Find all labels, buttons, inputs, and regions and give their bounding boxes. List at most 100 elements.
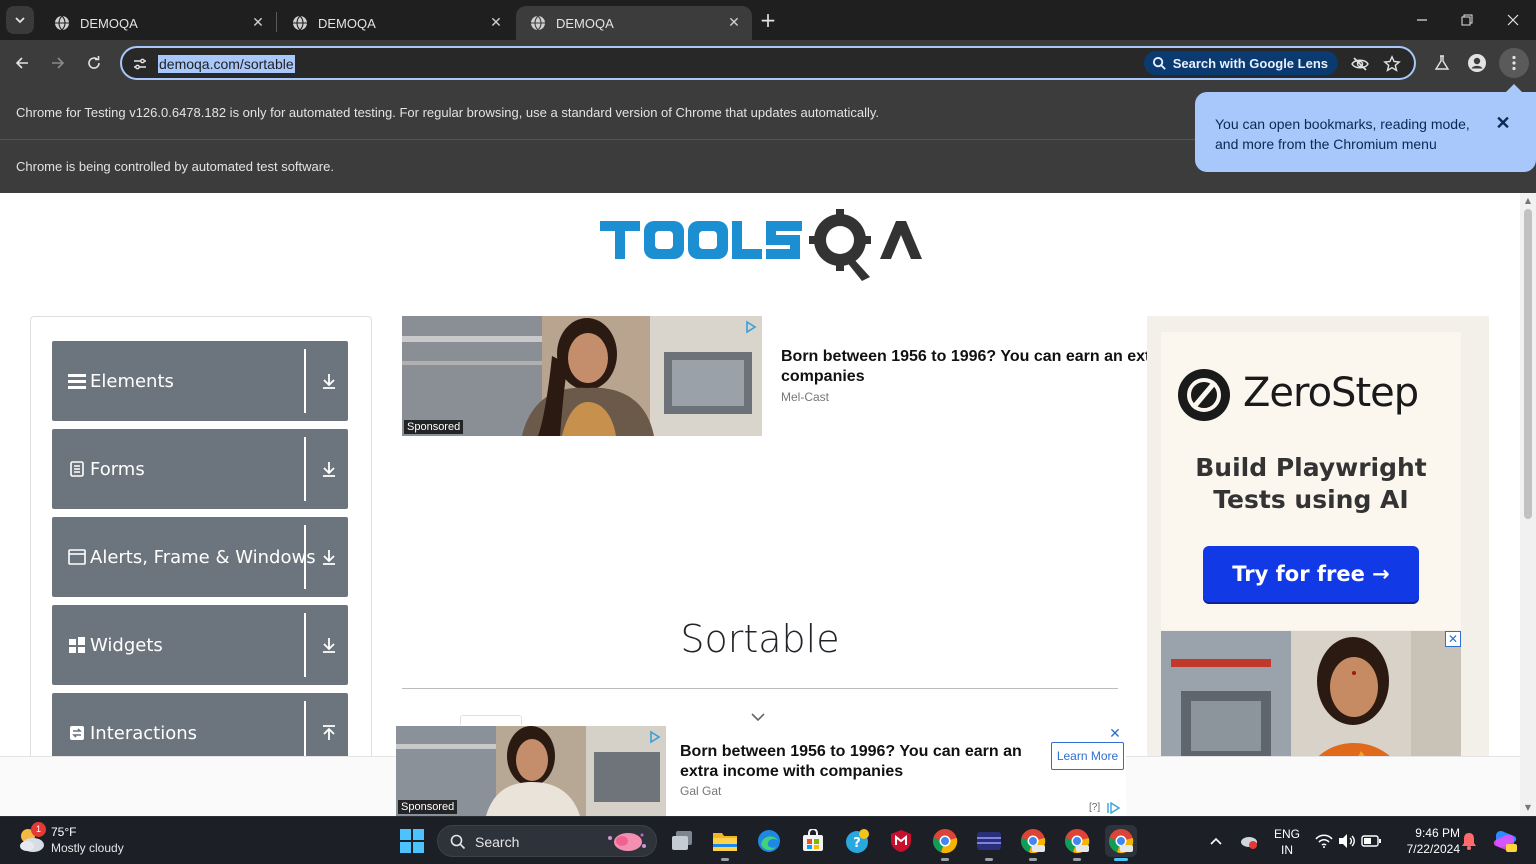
download-arrow-icon[interactable] xyxy=(320,372,338,390)
download-arrow-icon[interactable] xyxy=(320,460,338,478)
volume-icon[interactable] xyxy=(1337,831,1357,851)
battery-icon[interactable] xyxy=(1361,831,1381,851)
terminal-app-icon[interactable] xyxy=(973,825,1005,861)
edge-icon[interactable] xyxy=(753,825,785,857)
site-settings-icon[interactable] xyxy=(132,56,148,72)
adchoices-icon[interactable] xyxy=(1107,802,1121,814)
address-bar[interactable]: demoqa.com/sortable Search with Google L… xyxy=(120,46,1416,80)
group-forms[interactable]: Forms xyxy=(52,429,348,509)
menu-icon xyxy=(68,372,86,390)
more-vert-icon xyxy=(1512,55,1516,71)
anchor-ad-image[interactable]: Sponsored xyxy=(396,726,666,816)
windows-taskbar: 1 75°F Mostly cloudy Search ? ENG IN 9:4… xyxy=(0,816,1536,864)
close-icon[interactable]: ✕ xyxy=(1494,113,1512,133)
interactions-icon xyxy=(68,724,86,742)
group-label: Interactions xyxy=(90,722,198,744)
top-ad-headline[interactable]: Born between 1956 to 1996? You can earn … xyxy=(781,347,1147,387)
top-ad-image[interactable]: Sponsored xyxy=(402,316,762,436)
menu-promo-text: You can open bookmarks, reading mode, an… xyxy=(1215,116,1470,152)
close-icon[interactable]: ✕ xyxy=(1445,631,1461,647)
minimize-button[interactable] xyxy=(1412,10,1432,30)
mcafee-icon[interactable] xyxy=(885,825,917,857)
scroll-down-icon[interactable]: ▼ xyxy=(1524,804,1532,812)
anchor-ad-source: Gal Gat xyxy=(680,784,722,798)
copilot-icon[interactable] xyxy=(1492,828,1518,854)
microsoft-store-icon[interactable] xyxy=(797,825,829,857)
notification-bell-icon[interactable] xyxy=(1459,831,1479,851)
scroll-up-icon[interactable]: ▲ xyxy=(1524,197,1532,205)
group-divider xyxy=(304,525,306,589)
reload-button[interactable] xyxy=(83,52,105,74)
tab-close-icon[interactable]: ✕ xyxy=(250,15,266,31)
running-indicator xyxy=(1029,858,1037,861)
tracking-protection-button[interactable] xyxy=(1350,54,1370,74)
adchoices-icon[interactable] xyxy=(648,730,662,744)
back-button[interactable] xyxy=(11,52,33,74)
close-icon[interactable]: ✕ xyxy=(1108,727,1122,741)
try-for-free-button[interactable]: Try for free → xyxy=(1203,546,1419,602)
chrome-for-testing-icon[interactable] xyxy=(1017,825,1049,861)
page-viewport: Elements Forms Alerts, Frame & Windows W… xyxy=(0,193,1536,816)
bookmark-button[interactable] xyxy=(1382,54,1402,74)
download-arrow-icon[interactable] xyxy=(320,636,338,654)
chrome-for-testing-icon[interactable] xyxy=(1061,825,1093,861)
close-window-button[interactable] xyxy=(1503,10,1523,30)
group-widgets[interactable]: Widgets xyxy=(52,605,348,685)
labs-button[interactable] xyxy=(1431,52,1453,74)
wifi-icon[interactable] xyxy=(1314,831,1334,851)
anchor-ad-headline[interactable]: Born between 1956 to 1996? You can earn … xyxy=(680,742,1030,782)
help-app-icon[interactable]: ? xyxy=(841,825,873,857)
browser-tab-2[interactable]: DEMOQA ✕ xyxy=(278,6,514,40)
weather-temperature[interactable]: 75°F xyxy=(51,825,76,839)
widgets-icon xyxy=(68,636,86,654)
top-ad-headline-line1: Born between 1956 to 1996? You can earn … xyxy=(781,348,1147,365)
menu-promo-bubble: You can open bookmarks, reading mode, an… xyxy=(1195,84,1536,172)
toolsqa-logo[interactable] xyxy=(600,207,924,283)
running-indicator xyxy=(721,858,729,861)
tab-close-icon[interactable]: ✕ xyxy=(488,15,504,31)
group-alerts-frame-windows[interactable]: Alerts, Frame & Windows xyxy=(52,517,348,597)
windows-start-icon[interactable] xyxy=(400,829,424,853)
system-clock[interactable]: 9:46 PM 7/22/2024 xyxy=(1390,825,1460,857)
anchor-ad[interactable]: Sponsored Born between 1956 to 1996? You… xyxy=(396,726,1126,816)
scrollbar-thumb[interactable] xyxy=(1524,209,1532,519)
group-elements[interactable]: Elements xyxy=(52,341,348,421)
google-lens-button[interactable]: Search with Google Lens xyxy=(1143,51,1338,75)
chevron-down-icon xyxy=(15,17,25,24)
url-text[interactable]: demoqa.com/sortable xyxy=(158,55,295,73)
restore-button[interactable] xyxy=(1457,10,1477,30)
task-view-icon[interactable] xyxy=(666,825,698,857)
taskbar-search[interactable]: Search xyxy=(437,825,657,857)
language-indicator[interactable]: ENG IN xyxy=(1272,826,1302,858)
tab-search-button[interactable] xyxy=(6,6,34,34)
language-code: ENG xyxy=(1273,827,1300,841)
forward-button[interactable] xyxy=(47,52,69,74)
weather-badge: 1 xyxy=(31,822,46,837)
upload-arrow-icon[interactable] xyxy=(320,724,338,742)
testing-infobar-text: Chrome for Testing v126.0.6478.182 is on… xyxy=(16,105,880,120)
chevron-up-icon[interactable] xyxy=(1208,833,1224,849)
ad-info-link[interactable]: [?] xyxy=(1089,802,1100,813)
browser-tab-1[interactable]: DEMOQA ✕ xyxy=(40,6,276,40)
onedrive-icon[interactable] xyxy=(1238,831,1258,851)
chromium-menu-button[interactable] xyxy=(1499,48,1529,78)
eye-off-icon xyxy=(1351,57,1369,71)
group-label: Forms xyxy=(90,458,145,480)
running-indicator xyxy=(1073,858,1081,861)
tab-close-icon[interactable]: ✕ xyxy=(726,15,742,31)
adchoices-icon[interactable] xyxy=(744,320,758,334)
chrome-for-testing-active-icon[interactable] xyxy=(1105,825,1137,861)
browser-tab-3-active[interactable]: DEMOQA ✕ xyxy=(516,6,752,40)
download-arrow-icon[interactable] xyxy=(320,548,338,566)
search-highlight-icon xyxy=(608,833,646,851)
weather-description[interactable]: Mostly cloudy xyxy=(51,841,124,855)
file-explorer-icon[interactable] xyxy=(709,825,741,861)
chrome-icon[interactable] xyxy=(929,825,961,861)
page-scrollbar[interactable]: ▲ ▼ xyxy=(1520,193,1536,816)
list-tab-stub[interactable] xyxy=(460,715,522,725)
new-tab-button[interactable]: + xyxy=(758,10,778,30)
running-indicator xyxy=(985,858,993,861)
zerostep-ad[interactable]: ZeroStep Build Playwright Tests using AI… xyxy=(1161,332,1461,630)
learn-more-button[interactable]: Learn More xyxy=(1051,742,1124,770)
profile-button[interactable] xyxy=(1466,52,1488,74)
